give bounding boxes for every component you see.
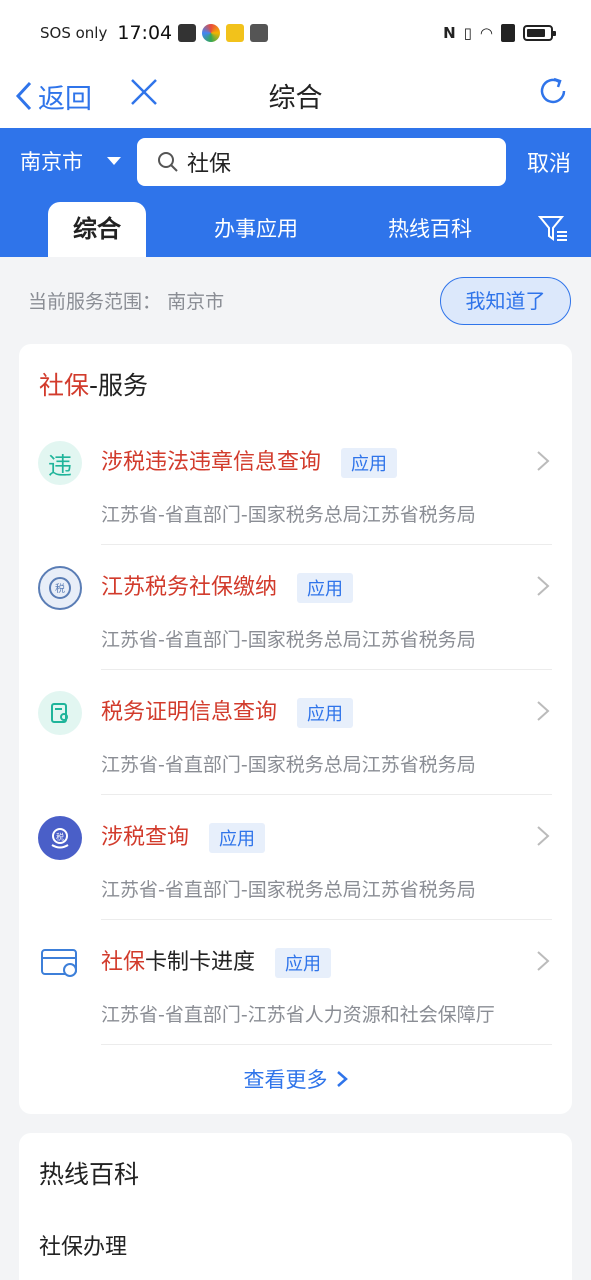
view-more-label: 查看更多 [243,1068,328,1092]
service-section-title: 社保-服务 [39,366,148,402]
scope-text: 当前服务范围： 南京市 [28,287,224,314]
card-icon [38,941,82,985]
tab-general[interactable]: 综合 [48,202,146,257]
hotline-section-title: 热线百科 [39,1160,140,1189]
violation-icon: 违 [38,441,82,485]
service-card: 社保-服务 违 涉税违法违章信息查询 应用 江苏省-省直部门-国家税务总局江苏省税… [19,344,572,1114]
emoji-icon [226,24,245,42]
sos-text: SOS only [40,24,108,42]
item-department: 江苏省-省直部门-国家税务总局江苏省税务局 [101,879,476,901]
scope-city: 南京市 [167,291,225,313]
tax-hand-icon: 税 [38,816,82,860]
service-item[interactable]: 税 江苏税务社保缴纳 应用 江苏省-省直部门-国家税务总局江苏省税务局 [19,545,572,670]
app-badge: 应用 [209,823,266,853]
service-item[interactable]: 违 涉税违法违章信息查询 应用 江苏省-省直部门-国家税务总局江苏省税务局 [19,420,572,545]
svg-text:税: 税 [56,832,64,842]
top-navbar: 返回 综合 [0,66,591,128]
chevron-right-icon [336,1071,348,1087]
item-title-highlight: 税务证明信息查询 [101,700,278,725]
page-title: 综合 [268,83,323,114]
app-badge: 应用 [297,573,354,603]
book-icon [250,24,269,42]
item-title: 税务证明信息查询 应用 [101,694,354,728]
svg-text:税: 税 [55,582,65,595]
hotline-item[interactable]: 社保办理 [39,1229,127,1261]
item-title: 涉税查询 应用 [101,819,266,853]
item-title: 社保卡制卡进度 应用 [101,944,332,978]
search-input[interactable]: 社保 [137,138,506,186]
chevron-right-icon [537,826,550,846]
hotline-card: 热线百科 社保办理 [19,1133,572,1280]
chevron-right-icon [537,701,550,721]
search-value: 社保 [187,152,232,177]
refresh-icon[interactable] [537,75,569,107]
status-bar: SOS only 17:04 N ▯ ◠ [0,0,591,66]
title-rest: -服务 [89,371,149,400]
search-icon [158,152,178,172]
item-title: 江苏税务社保缴纳 应用 [101,569,354,603]
item-department: 江苏省-省直部门-江苏省人力资源和社会保障厅 [101,1004,495,1026]
city-label: 南京市 [20,150,83,174]
service-item[interactable]: 税务证明信息查询 应用 江苏省-省直部门-国家税务总局江苏省税务局 [19,670,572,795]
tab-bar: 综合 办事应用 热线百科 [0,202,591,257]
nfc-icon: N [443,24,456,42]
item-department: 江苏省-省直部门-国家税务总局江苏省税务局 [101,504,476,526]
item-department: 江苏省-省直部门-国家税务总局江苏省税务局 [101,754,476,776]
tax-shield-icon: 税 [38,566,82,610]
battery-icon [523,25,556,41]
app-badge: 应用 [275,948,332,978]
item-department: 江苏省-省直部门-国家税务总局江苏省税务局 [101,629,476,651]
item-title: 涉税违法违章信息查询 应用 [101,444,398,478]
view-more-link[interactable]: 查看更多 [19,1064,572,1094]
caret-down-icon [107,157,121,165]
item-title-rest: 卡制卡进度 [145,950,256,975]
title-highlight: 社保 [39,371,90,400]
app-badge: 应用 [341,448,398,478]
item-title-highlight: 涉税违法违章信息查询 [101,450,322,475]
chevron-right-icon [537,451,550,471]
service-item[interactable]: 社保卡制卡进度 应用 江苏省-省直部门-江苏省人力资源和社会保障厅 [19,920,572,1045]
cancel-button[interactable]: 取消 [527,146,571,178]
got-it-button[interactable]: 我知道了 [440,277,571,325]
tab-apps[interactable]: 办事应用 [196,202,316,257]
chevron-right-icon [537,951,550,971]
app-icon [202,24,221,42]
filter-icon[interactable] [537,212,569,244]
search-header: 南京市 社保 取消 综合 办事应用 热线百科 [0,128,591,257]
alert-icon [501,24,515,42]
clock: 17:04 [117,22,173,44]
vibrate-icon: ▯ [463,24,472,42]
wifi-icon: ◠ [479,24,493,42]
chevron-right-icon [537,576,550,596]
service-scope-row: 当前服务范围： 南京市 我知道了 [0,257,591,343]
item-title-highlight: 社保 [101,950,146,975]
tab-hotline-wiki[interactable]: 热线百科 [370,202,490,257]
item-title-highlight: 涉税查询 [101,825,190,850]
certificate-icon [38,691,82,735]
mail-icon [178,24,197,42]
item-title-highlight: 江苏税务社保缴纳 [101,575,278,600]
city-selector[interactable]: 南京市 [20,146,121,176]
app-badge: 应用 [297,698,354,728]
service-item[interactable]: 税 涉税查询 应用 江苏省-省直部门-国家税务总局江苏省税务局 [19,795,572,920]
scope-label: 当前服务范围： [28,291,162,313]
divider [101,1044,552,1045]
